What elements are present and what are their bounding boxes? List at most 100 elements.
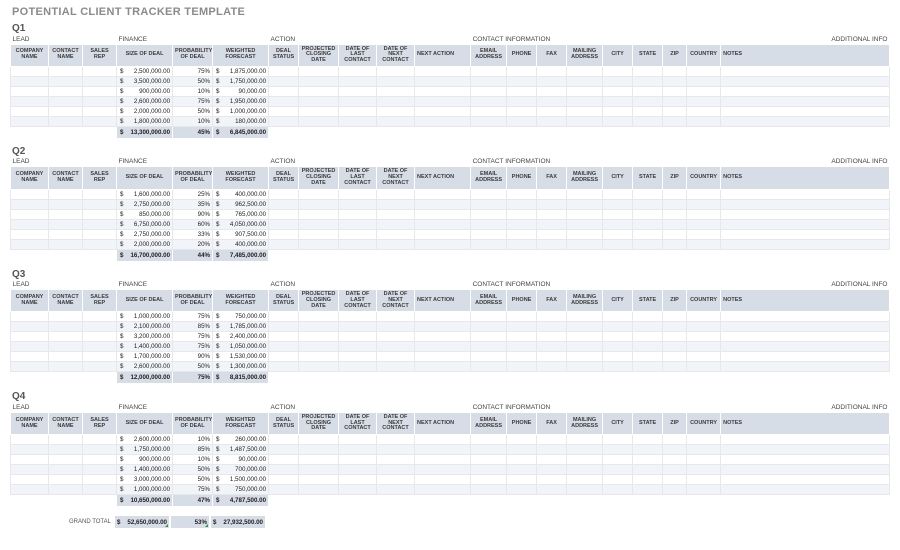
cell-nextc[interactable] [377, 219, 415, 229]
cell-nextc[interactable] [377, 76, 415, 86]
cell-contact[interactable] [49, 435, 83, 445]
col-status[interactable]: DEAL STATUS [269, 44, 299, 66]
cell-city[interactable] [603, 219, 633, 229]
col-contact[interactable]: CONTACT NAME [49, 412, 83, 434]
cell-rep[interactable] [83, 322, 117, 332]
cell-rep[interactable] [83, 86, 117, 96]
cell-notes[interactable] [721, 465, 890, 475]
col-prob[interactable]: PROBABILITY OF DEAL [173, 167, 213, 189]
cell-nexta[interactable] [415, 229, 471, 239]
cell-fcst[interactable]: $1,500,000.00 [213, 475, 269, 485]
cell-notes[interactable] [721, 342, 890, 352]
cell-fcst[interactable]: $2,400,000.00 [213, 332, 269, 342]
cell-fax[interactable] [537, 239, 567, 249]
cell-mail[interactable] [567, 445, 603, 455]
cell-contact[interactable] [49, 332, 83, 342]
cell-notes[interactable] [721, 96, 890, 106]
cell-close[interactable] [299, 229, 339, 239]
cell-close[interactable] [299, 455, 339, 465]
cell-last[interactable] [339, 312, 377, 322]
cell-phone[interactable] [507, 189, 537, 199]
cell-last[interactable] [339, 485, 377, 495]
cell-city[interactable] [603, 332, 633, 342]
cell-company[interactable] [11, 475, 49, 485]
cell-notes[interactable] [721, 86, 890, 96]
cell-fax[interactable] [537, 362, 567, 372]
cell-mail[interactable] [567, 199, 603, 209]
cell-mail[interactable] [567, 229, 603, 239]
cell-company[interactable] [11, 209, 49, 219]
cell-close[interactable] [299, 332, 339, 342]
cell-notes[interactable] [721, 322, 890, 332]
cell-nextc[interactable] [377, 199, 415, 209]
cell-country[interactable] [687, 445, 721, 455]
cell-nextc[interactable] [377, 435, 415, 445]
cell-company[interactable] [11, 189, 49, 199]
cell-state[interactable] [633, 322, 663, 332]
cell-rep[interactable] [83, 342, 117, 352]
cell-nexta[interactable] [415, 455, 471, 465]
cell-country[interactable] [687, 322, 721, 332]
cell-rep[interactable] [83, 362, 117, 372]
cell-fax[interactable] [537, 455, 567, 465]
cell-email[interactable] [471, 66, 507, 76]
cell-email[interactable] [471, 229, 507, 239]
cell-nextc[interactable] [377, 86, 415, 96]
col-fax[interactable]: FAX [537, 290, 567, 312]
cell-status[interactable] [269, 322, 299, 332]
cell-fcst[interactable]: $765,000.00 [213, 209, 269, 219]
cell-mail[interactable] [567, 239, 603, 249]
cell-status[interactable] [269, 362, 299, 372]
cell-prob[interactable]: 75% [173, 332, 213, 342]
cell-prob[interactable]: 60% [173, 219, 213, 229]
cell-contact[interactable] [49, 229, 83, 239]
cell-nextc[interactable] [377, 352, 415, 362]
cell-close[interactable] [299, 485, 339, 495]
cell-rep[interactable] [83, 209, 117, 219]
cell-rep[interactable] [83, 189, 117, 199]
col-close[interactable]: PROJECTED CLOSING DATE [299, 44, 339, 66]
cell-email[interactable] [471, 322, 507, 332]
col-prob[interactable]: PROBABILITY OF DEAL [173, 44, 213, 66]
cell-mail[interactable] [567, 342, 603, 352]
cell-nexta[interactable] [415, 312, 471, 322]
cell-city[interactable] [603, 116, 633, 126]
cell-size[interactable]: $6,750,000.00 [117, 219, 173, 229]
cell-last[interactable] [339, 229, 377, 239]
cell-nexta[interactable] [415, 96, 471, 106]
cell-phone[interactable] [507, 219, 537, 229]
cell-last[interactable] [339, 455, 377, 465]
cell-zip[interactable] [663, 239, 687, 249]
cell-rep[interactable] [83, 435, 117, 445]
cell-country[interactable] [687, 219, 721, 229]
cell-size[interactable]: $1,800,000.00 [117, 116, 173, 126]
cell-zip[interactable] [663, 465, 687, 475]
cell-zip[interactable] [663, 352, 687, 362]
cell-city[interactable] [603, 312, 633, 322]
cell-company[interactable] [11, 465, 49, 475]
cell-fcst[interactable]: $1,950,000.00 [213, 96, 269, 106]
cell-fax[interactable] [537, 199, 567, 209]
cell-mail[interactable] [567, 76, 603, 86]
cell-close[interactable] [299, 76, 339, 86]
cell-rep[interactable] [83, 106, 117, 116]
cell-country[interactable] [687, 455, 721, 465]
cell-last[interactable] [339, 66, 377, 76]
cell-prob[interactable]: 50% [173, 465, 213, 475]
cell-fcst[interactable]: $962,500.00 [213, 199, 269, 209]
cell-prob[interactable]: 75% [173, 312, 213, 322]
cell-last[interactable] [339, 475, 377, 485]
cell-last[interactable] [339, 332, 377, 342]
cell-status[interactable] [269, 312, 299, 322]
cell-zip[interactable] [663, 322, 687, 332]
cell-rep[interactable] [83, 199, 117, 209]
cell-nextc[interactable] [377, 312, 415, 322]
cell-mail[interactable] [567, 435, 603, 445]
cell-size[interactable]: $3,200,000.00 [117, 332, 173, 342]
cell-mail[interactable] [567, 96, 603, 106]
cell-nexta[interactable] [415, 352, 471, 362]
cell-zip[interactable] [663, 229, 687, 239]
cell-last[interactable] [339, 352, 377, 362]
cell-nexta[interactable] [415, 485, 471, 495]
col-company[interactable]: COMPANY NAME [11, 412, 49, 434]
